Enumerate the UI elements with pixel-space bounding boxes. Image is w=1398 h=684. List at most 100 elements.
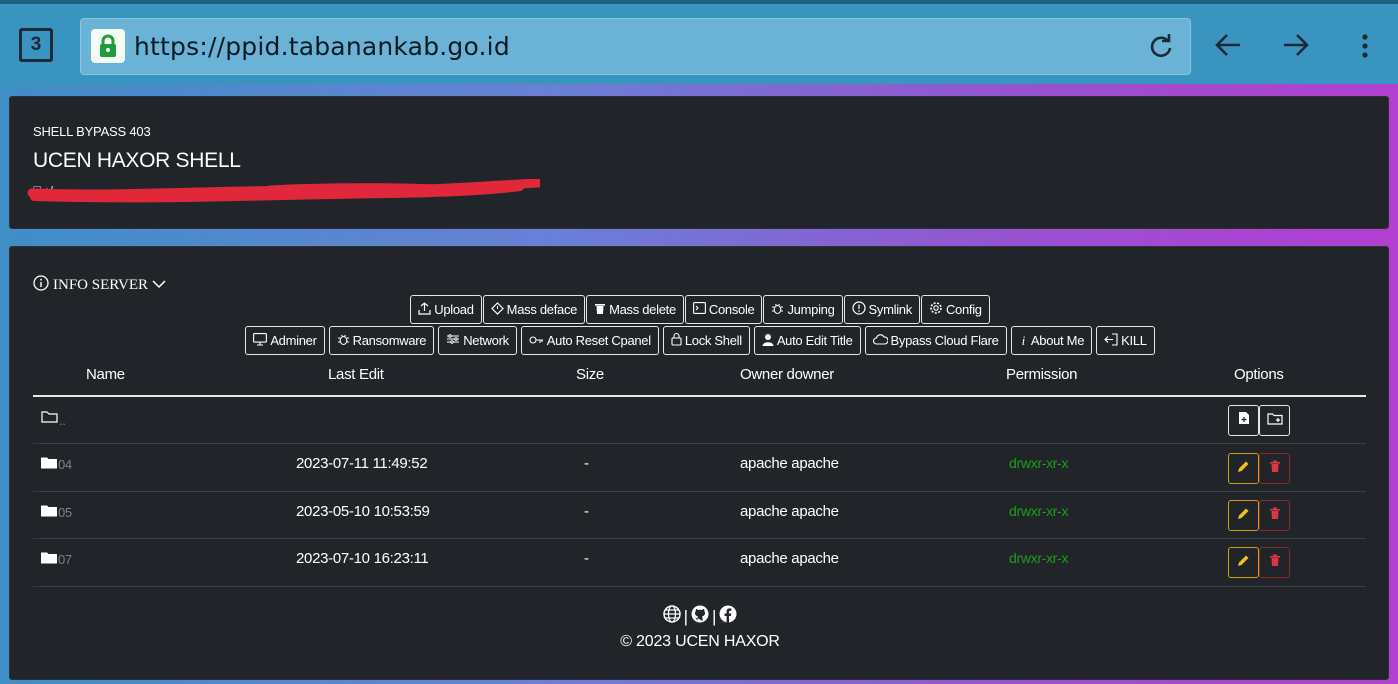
address-bar[interactable]: https://ppid.tabanankab.go.id: [80, 18, 1191, 75]
footer-links: | |: [10, 605, 1390, 628]
auto-reset-cpanel-button[interactable]: Auto Reset Cpanel: [520, 326, 659, 355]
url-text[interactable]: https://ppid.tabanankab.go.id: [134, 32, 510, 61]
folder-name[interactable]: 05: [58, 505, 72, 520]
pencil-icon: [1237, 554, 1250, 572]
table-row-name[interactable]: 07: [41, 551, 72, 568]
column-header-owner: Owner downer: [740, 366, 834, 383]
console-button[interactable]: Console: [684, 295, 763, 324]
toolbar-row-2: Adminer Ransomware Network Auto Reset Cp…: [10, 326, 1390, 355]
mass-delete-button[interactable]: Mass delete: [586, 295, 684, 324]
last-edit-cell: 2023-07-11 11:49:52: [296, 455, 428, 472]
forward-arrow-icon[interactable]: [1282, 32, 1310, 63]
jumping-button[interactable]: Jumping: [763, 295, 843, 324]
permission-cell[interactable]: drwxr-xr-x: [1009, 455, 1069, 471]
delete-button[interactable]: [1259, 453, 1290, 484]
lock-shell-label: Lock Shell: [684, 333, 742, 348]
edit-button[interactable]: [1228, 453, 1259, 484]
upload-button[interactable]: Upload: [410, 295, 482, 324]
lock-shell-button[interactable]: Lock Shell: [662, 326, 750, 355]
size-cell: -: [584, 455, 589, 472]
trash-icon: [1269, 460, 1281, 478]
pencil-icon: [1237, 507, 1250, 525]
adminer-button[interactable]: Adminer: [245, 326, 325, 355]
symlink-button[interactable]: Symlink: [843, 295, 920, 324]
shell-subtitle: SHELL BYPASS 403: [33, 124, 151, 139]
diamond-icon: [490, 301, 504, 318]
last-edit-cell: 2023-05-10 10:53:59: [296, 503, 430, 520]
toolbar-row-1: Upload Mass deface Mass delete Console J…: [10, 295, 1390, 324]
info-server-toggle[interactable]: INFO SERVER: [33, 275, 166, 296]
person-icon: [762, 333, 774, 349]
folder-name[interactable]: 04: [58, 457, 72, 472]
owner-cell: apache apache: [740, 455, 839, 472]
github-icon[interactable]: [691, 605, 709, 628]
column-header-permission: Permission: [1006, 366, 1078, 383]
bug-icon: [337, 333, 350, 349]
shell-title: UCEN HAXOR SHELL: [33, 149, 241, 172]
info-circle-icon: [33, 275, 49, 296]
redaction-mark: [27, 179, 540, 203]
symlink-label: Symlink: [868, 302, 913, 317]
owner-cell: apache apache: [740, 503, 839, 520]
new-folder-icon: [1266, 412, 1283, 430]
facebook-icon[interactable]: [719, 605, 737, 628]
globe-icon[interactable]: [662, 605, 681, 628]
edit-button[interactable]: [1228, 500, 1259, 531]
lock-icon: [671, 332, 682, 349]
kill-button[interactable]: KILL: [1096, 326, 1155, 355]
table-row-name[interactable]: 04: [41, 456, 72, 473]
new-file-button[interactable]: [1228, 405, 1259, 436]
config-button[interactable]: Config: [920, 295, 990, 324]
trash-icon: [1269, 507, 1281, 525]
bypass-cloud-flare-button[interactable]: Bypass Cloud Flare: [864, 326, 1007, 355]
about-me-button[interactable]: i About Me: [1010, 326, 1093, 355]
secure-lock-icon[interactable]: [91, 29, 125, 63]
about-me-label: About Me: [1030, 333, 1085, 348]
info-icon: i: [1021, 332, 1026, 348]
kill-label: KILL: [1121, 333, 1147, 348]
cloud-icon: [872, 333, 889, 348]
network-button[interactable]: Network: [438, 326, 517, 355]
parent-directory-link[interactable]: ..: [41, 410, 66, 428]
upload-label: Upload: [434, 302, 474, 317]
pencil-icon: [1237, 460, 1250, 478]
delete-button[interactable]: [1259, 547, 1290, 578]
gear-icon: [929, 301, 943, 318]
tab-switcher-button[interactable]: 3: [19, 28, 53, 62]
size-cell: -: [584, 503, 589, 520]
chevron-down-icon: [152, 277, 166, 294]
back-arrow-icon[interactable]: [1214, 32, 1242, 63]
copyright-text: © 2023 UCEN HAXOR: [620, 633, 780, 650]
bypass-cloud-flare-label: Bypass Cloud Flare: [890, 333, 999, 348]
column-header-size: Size: [576, 366, 604, 383]
delete-button[interactable]: [1259, 500, 1290, 531]
file-manager-panel: INFO SERVER Upload Mass deface Mass dele…: [9, 246, 1389, 680]
column-header-name: Name: [86, 366, 125, 383]
mass-deface-button[interactable]: Mass deface: [482, 295, 586, 324]
new-file-icon: [1238, 411, 1250, 430]
row-divider: [33, 491, 1366, 492]
footer-separator: |: [712, 606, 717, 626]
jumping-label: Jumping: [787, 302, 835, 317]
menu-more-icon[interactable]: [1358, 34, 1372, 63]
folder-icon: [41, 456, 58, 473]
permission-cell[interactable]: drwxr-xr-x: [1009, 550, 1069, 566]
table-row-name[interactable]: 05: [41, 504, 72, 521]
terminal-icon: [692, 302, 706, 317]
auto-edit-title-button[interactable]: Auto Edit Title: [753, 326, 861, 355]
folder-name[interactable]: 07: [58, 552, 72, 567]
row-divider: [33, 443, 1366, 444]
upload-icon: [418, 301, 431, 318]
reload-icon[interactable]: [1148, 33, 1174, 64]
trash-icon: [1269, 554, 1281, 572]
permission-cell[interactable]: drwxr-xr-x: [1009, 503, 1069, 519]
ransomware-button[interactable]: Ransomware: [328, 326, 435, 355]
network-icon: [446, 333, 460, 348]
new-folder-button[interactable]: [1259, 405, 1290, 436]
owner-cell: apache apache: [740, 550, 839, 567]
key-icon: [529, 333, 544, 348]
browser-toolbar: 3 https://ppid.tabanankab.go.id: [0, 0, 1398, 84]
edit-button[interactable]: [1228, 547, 1259, 578]
network-label: Network: [463, 333, 509, 348]
folder-icon: [41, 504, 58, 521]
